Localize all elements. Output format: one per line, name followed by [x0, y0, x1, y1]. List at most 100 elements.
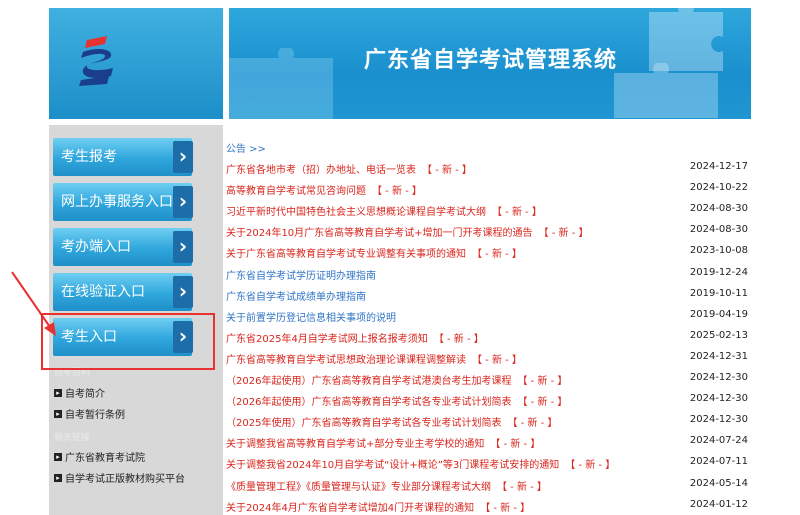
notice-title-wrap: 关于广东省高等教育自学考试专业调整有关事项的通知【 - 新 - 】 [226, 245, 522, 260]
puzzle-decoration-icon [614, 63, 718, 118]
nav-online-service-button[interactable]: 网上办事服务入口 › [53, 183, 193, 221]
logo-panel [49, 8, 226, 119]
notice-row: 习近平新时代中国特色社会主义思想概论课程自学考试大纲【 - 新 - 】 2024-… [226, 203, 752, 224]
notice-link[interactable]: 广东省自学考试成绩单办理指南 [226, 288, 366, 303]
notice-link[interactable]: 高等教育自学考试常见咨询问题 [226, 186, 366, 197]
section-title: 相关链接 [54, 433, 91, 443]
notice-title-wrap: （2026年起使用）广东省高等教育自学考试各专业考试计划简表【 - 新 - 】 [226, 393, 567, 408]
notice-date: 2019-04-19 [689, 308, 748, 320]
notice-row: 广东省自学考试成绩单办理指南 2019-10-11 [226, 288, 752, 309]
arrow-bullet-icon: ▸ [54, 473, 62, 482]
site-title: 广东省自学考试管理系统 [364, 48, 618, 73]
nav-label: 考办端入口 [61, 239, 131, 255]
new-badge: 【 - 新 - 】 [497, 481, 547, 493]
notice-date: 2024-12-31 [689, 350, 748, 362]
notice-row: （2025年使用）广东省高等教育自学考试各专业考试计划简表【 - 新 - 】 20… [226, 414, 752, 435]
notice-link[interactable]: 关于前置学历登记信息相关事项的说明 [226, 309, 396, 324]
notice-date: 2024-12-30 [689, 372, 748, 383]
notice-date: 2024-08-30 [689, 224, 748, 236]
notice-title-wrap: 习近平新时代中国特色社会主义思想概论课程自学考试大纲【 - 新 - 】 [226, 203, 542, 218]
notice-link[interactable]: 关于广东省高等教育自学考试专业调整有关事项的通知 [226, 249, 466, 260]
new-badge: 【 - 新 - 】 [472, 249, 522, 261]
notice-heading[interactable]: 公告 >> [226, 140, 266, 155]
notice-row: 广东省自学考试学历证明办理指南 2019-12-24 [226, 267, 752, 288]
new-badge: 【 - 新 - 】 [472, 354, 522, 366]
notice-row: 广东省各地市考（招）办地址、电话一览表【 - 新 - 】 2024-12-17 [226, 161, 752, 182]
notice-date: 2024-08-30 [689, 203, 748, 215]
notice-title-wrap: 广东省2025年4月自学考试网上报名报考须知【 - 新 - 】 [226, 330, 484, 345]
arrow-bullet-icon: ▸ [54, 388, 62, 397]
notice-row: 广东省2025年4月自学考试网上报名报考须知【 - 新 - 】 2025-02-1… [226, 330, 752, 351]
new-badge: 【 - 新 - 】 [422, 165, 472, 176]
notice-row: 关于调整我省2024年10月自学考试“设计+概论”等3门课程考试安排的通知【 -… [226, 456, 752, 477]
link-label: 自学考试正版教材购买平台 [65, 474, 185, 485]
notice-link[interactable]: 习近平新时代中国特色社会主义思想概论课程自学考试大纲 [226, 207, 486, 218]
notice-row: 高等教育自学考试常见咨询问题【 - 新 - 】 2024-10-22 [226, 182, 752, 203]
notice-date: 2024-12-17 [689, 161, 748, 172]
notice-row: 关于调整我省高等教育自学考试+部分专业主考学校的通知【 - 新 - 】 2024-… [226, 435, 752, 456]
notice-title-wrap: 《质量管理工程》《质量管理与认证》专业部分课程考试大纲【 - 新 - 】 [226, 478, 547, 493]
notice-row: 关于2024年10月广东省高等教育自学考试+增加一门开考课程的通告【 - 新 -… [226, 224, 752, 245]
notice-link[interactable]: （2026年起使用）广东省高等教育自学考试各专业考试计划简表 [226, 397, 511, 408]
nav-label: 在线验证入口 [61, 284, 145, 300]
new-badge: 【 - 新 - 】 [517, 397, 568, 409]
new-badge: 【 - 新 - 】 [372, 186, 422, 198]
new-badge: 【 - 新 - 】 [480, 502, 531, 514]
link-label: 广东省教育考试院 [65, 453, 145, 464]
chevron-right-icon: › [173, 276, 193, 308]
notice-link[interactable]: 《质量管理工程》《质量管理与认证》专业部分课程考试大纲 [226, 482, 491, 493]
nav-exam-registration-button[interactable]: 考生报考 › [53, 138, 193, 176]
notice-link[interactable]: 广东省各地市考（招）办地址、电话一览表 [226, 165, 416, 176]
notice-date: 2024-12-30 [689, 414, 748, 426]
notice-date: 2024-12-30 [689, 393, 748, 405]
notice-title-wrap: （2025年使用）广东省高等教育自学考试各专业考试计划简表【 - 新 - 】 [226, 414, 557, 429]
notice-title-wrap: 广东省各地市考（招）办地址、电话一览表【 - 新 - 】 [226, 161, 472, 176]
notice-link[interactable]: 广东省高等教育自学考试思想政治理论课课程调整解读 [226, 355, 466, 366]
sidebar-link-intro[interactable]: ▸ 自考简介 [54, 385, 105, 400]
logo-icon [79, 36, 113, 86]
notice-row: 关于2024年4月广东省自学考试增加4门开考课程的通知【 - 新 - 】 2024… [226, 499, 752, 515]
nav-label: 考生报考 [61, 149, 117, 165]
notice-date: 2024-01-12 [689, 498, 748, 510]
notice-row: 广东省高等教育自学考试思想政治理论课课程调整解读【 - 新 - 】 2024-12… [226, 351, 752, 372]
sidebar-link-regulations[interactable]: ▸ 自考暂行条例 [54, 406, 125, 421]
notice-link[interactable]: 关于2024年10月广东省高等教育自学考试+增加一门开考课程的通告 [226, 228, 533, 239]
chevron-right-icon: › [173, 186, 193, 218]
puzzle-decoration-icon [229, 48, 333, 119]
notice-date: 2023-10-08 [689, 245, 748, 257]
notice-link[interactable]: （2025年使用）广东省高等教育自学考试各专业考试计划简表 [226, 418, 501, 429]
notice-date: 2024-05-14 [689, 477, 748, 489]
notice-link[interactable]: 广东省2025年4月自学考试网上报名报考须知 [226, 334, 428, 345]
chevron-right-icon: › [173, 231, 193, 263]
new-badge: 【 - 新 - 】 [538, 228, 589, 240]
red-arrow-annotation-icon [11, 271, 56, 336]
sidebar-link-textbook[interactable]: ▸ 自学考试正版教材购买平台 [54, 470, 185, 485]
notice-date: 2024-10-22 [689, 182, 748, 194]
notice-date: 2024-07-11 [689, 456, 748, 468]
arrow-bullet-icon: ▸ [54, 452, 62, 461]
notice-link[interactable]: 广东省自学考试学历证明办理指南 [226, 267, 376, 282]
notice-row: 关于前置学历登记信息相关事项的说明 2019-04-19 [226, 309, 752, 330]
new-badge: 【 - 新 - 】 [565, 460, 616, 472]
sidebar-link-exam-authority[interactable]: ▸ 广东省教育考试院 [54, 449, 145, 464]
notice-date: 2024-07-24 [689, 435, 748, 447]
notice-link[interactable]: 关于调整我省高等教育自学考试+部分专业主考学校的通知 [226, 439, 484, 450]
notice-link[interactable]: （2026年起使用）广东省高等教育自学考试港澳台考生加考课程 [226, 376, 511, 387]
link-label: 自考暂行条例 [65, 410, 125, 421]
arrow-bullet-icon: ▸ [54, 409, 62, 418]
notice-row: （2026年起使用）广东省高等教育自学考试各专业考试计划简表【 - 新 - 】 2… [226, 393, 752, 414]
new-badge: 【 - 新 - 】 [492, 207, 542, 219]
notice-date: 2019-12-24 [689, 266, 748, 278]
notice-link[interactable]: 关于调整我省2024年10月自学考试“设计+概论”等3门课程考试安排的通知 [226, 460, 559, 471]
notice-row: （2026年起使用）广东省高等教育自学考试港澳台考生加考课程【 - 新 - 】 2… [226, 372, 752, 393]
nav-label: 网上办事服务入口 [61, 194, 173, 210]
notice-title-wrap: 广东省高等教育自学考试思想政治理论课课程调整解读【 - 新 - 】 [226, 351, 522, 366]
notice-title-wrap: 关于2024年10月广东省高等教育自学考试+增加一门开考课程的通告【 - 新 -… [226, 224, 589, 239]
notice-link[interactable]: 关于2024年4月广东省自学考试增加4门开考课程的通知 [226, 503, 474, 514]
nav-online-verify-button[interactable]: 在线验证入口 › [53, 273, 193, 311]
nav-exam-office-button[interactable]: 考办端入口 › [53, 228, 193, 266]
notice-title-wrap: 高等教育自学考试常见咨询问题【 - 新 - 】 [226, 182, 422, 197]
chevron-right-icon: › [173, 141, 193, 173]
notice-date: 2025-02-13 [689, 329, 748, 341]
new-badge: 【 - 新 - 】 [507, 418, 558, 430]
